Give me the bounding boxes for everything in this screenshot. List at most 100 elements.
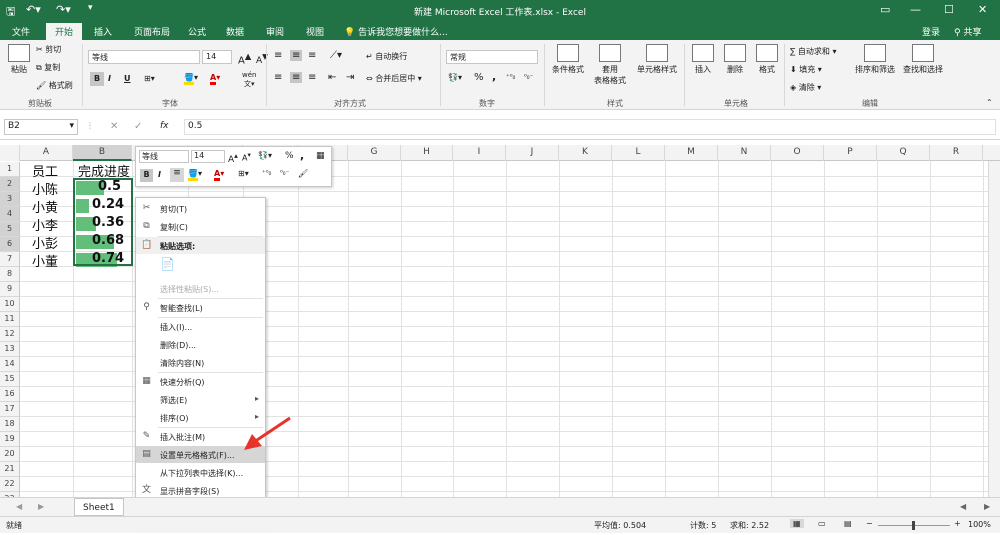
format-painter-button[interactable]: 🖌 格式刷 (36, 80, 73, 91)
fill-button[interactable]: ⬇ 填充 ▾ (790, 64, 822, 75)
column-header-g[interactable]: G (348, 145, 401, 161)
phonetic-icon[interactable]: wén 文▾ (242, 71, 256, 89)
menu-item-10[interactable]: 筛选(E) ▸ (136, 391, 265, 408)
column-header-p[interactable]: P (824, 145, 877, 161)
zoom-in-icon[interactable]: + (954, 519, 961, 528)
menu-item-8[interactable]: 清除内容(N) (136, 354, 265, 371)
borders-icon[interactable]: ⊞▾ (144, 74, 155, 83)
tab-formulas[interactable]: 公式 (188, 25, 206, 38)
column-header-b[interactable]: B (73, 145, 132, 161)
column-header-h[interactable]: H (401, 145, 453, 161)
menu-item-7[interactable]: 删除(D)... (136, 336, 265, 353)
menu-item-1[interactable]: ⧉ 复制(C) (136, 218, 265, 235)
delete-cells-button[interactable]: 删除 (720, 44, 750, 75)
column-header-o[interactable]: O (771, 145, 824, 161)
drag-handle-icon[interactable]: ⋮ (86, 121, 94, 130)
cell-a4[interactable]: 小李 (32, 215, 72, 234)
align-bottom-icon[interactable]: ≡ (308, 50, 316, 61)
formula-input[interactable]: 0.5 (184, 119, 996, 135)
mini-font-color-icon[interactable]: A▾ (214, 169, 224, 181)
mini-fill-color-icon[interactable]: 🪣▾ (188, 169, 202, 181)
select-all-corner[interactable] (0, 145, 20, 161)
column-header-q[interactable]: Q (877, 145, 930, 161)
cell-a3[interactable]: 小黄 (32, 197, 72, 216)
fill-color-icon[interactable]: 🪣▾ (184, 73, 198, 85)
bold-button[interactable]: B (90, 72, 104, 86)
tell-me-search[interactable]: 💡 告诉我您想要做什么... (344, 25, 448, 38)
row-header[interactable]: 10 (0, 297, 20, 312)
tab-insert[interactable]: 插入 (94, 25, 112, 38)
zoom-slider-thumb[interactable] (912, 521, 915, 530)
mini-borders-icon[interactable]: ⊞▾ (238, 169, 249, 178)
tab-file[interactable]: 文件 (12, 25, 30, 38)
row-header[interactable]: 18 (0, 417, 20, 432)
copy-button[interactable]: ⧉ 复制 (36, 62, 60, 73)
login-link[interactable]: 登录 (922, 25, 940, 38)
row-header[interactable]: 21 (0, 462, 20, 477)
row-header[interactable]: 3 (0, 192, 20, 207)
mini-percent-button[interactable]: % (285, 151, 294, 161)
tab-view[interactable]: 视图 (306, 25, 324, 38)
percent-button[interactable]: % (474, 72, 484, 83)
cell-a5[interactable]: 小彭 (32, 233, 72, 252)
mini-accounting-icon[interactable]: 💱▾ (258, 151, 272, 160)
tab-review[interactable]: 审阅 (266, 25, 284, 38)
mini-size-select[interactable]: 14 (191, 150, 225, 163)
next-sheet-icon[interactable]: ▶ (38, 502, 44, 511)
cancel-icon[interactable]: ✕ (110, 121, 118, 132)
scroll-left-icon[interactable]: ◀ (960, 502, 966, 511)
cell-a2[interactable]: 小陈 (32, 179, 72, 198)
tab-page-layout[interactable]: 页面布局 (134, 25, 170, 38)
prev-sheet-icon[interactable]: ◀ (16, 502, 22, 511)
cell-a1[interactable]: 员工 (32, 161, 72, 180)
align-middle-icon[interactable]: ≡ (290, 50, 303, 61)
minimize-icon[interactable]: — (910, 3, 921, 16)
underline-button[interactable]: U (124, 74, 131, 83)
grow-font-button[interactable]: A▲ (238, 51, 251, 66)
format-cells-button[interactable]: 格式 (752, 44, 782, 75)
row-header[interactable]: 12 (0, 327, 20, 342)
sort-filter-button[interactable]: 排序和筛选 (852, 44, 898, 75)
column-header-i[interactable]: I (453, 145, 506, 161)
mini-center-icon[interactable]: ≡ (170, 168, 184, 182)
increase-decimal-icon[interactable]: ⁺⁰₀ (506, 73, 515, 81)
conditional-formatting-button[interactable]: 条件格式 (548, 44, 588, 75)
decrease-decimal-icon[interactable]: ⁰₀⁻ (524, 73, 533, 81)
sheet-tab[interactable]: Sheet1 (74, 498, 124, 516)
mini-increase-decimal-icon[interactable]: ⁺⁰₀ (262, 169, 271, 177)
row-header[interactable]: 20 (0, 447, 20, 462)
decrease-indent-icon[interactable]: ⇤ (328, 72, 336, 83)
row-header[interactable]: 7 (0, 252, 20, 267)
row-header[interactable]: 2 (0, 177, 20, 192)
format-as-table-button[interactable]: 套用 表格格式 (590, 44, 630, 86)
row-header[interactable]: 19 (0, 432, 20, 447)
mini-shrink-font-icon[interactable]: A▾ (242, 151, 251, 163)
row-header[interactable]: 8 (0, 267, 20, 282)
mini-bold-button[interactable]: B (140, 169, 153, 182)
font-size-select[interactable]: 14 (202, 50, 232, 64)
cell-a6[interactable]: 小董 (32, 251, 72, 270)
row-header[interactable]: 9 (0, 282, 20, 297)
menu-item-9[interactable]: ▦ 快速分析(Q) (136, 373, 265, 390)
font-name-select[interactable]: 等线 (88, 50, 200, 64)
normal-view-icon[interactable]: ▦ (790, 519, 804, 528)
cut-button[interactable]: ✂ 剪切 (36, 44, 61, 55)
close-icon[interactable]: ✕ (978, 3, 987, 16)
paste-button[interactable]: 粘贴 (6, 44, 32, 75)
vertical-scrollbar[interactable] (988, 161, 1000, 497)
collapse-ribbon-icon[interactable]: ⌃ (986, 98, 993, 107)
cell-styles-button[interactable]: 单元格样式 (634, 44, 680, 75)
row-header[interactable]: 11 (0, 312, 20, 327)
row-header[interactable]: 14 (0, 357, 20, 372)
row-header[interactable]: 15 (0, 372, 20, 387)
orientation-icon[interactable]: ⟋▾ (330, 50, 342, 61)
share-button[interactable]: ⚲ 共享 (954, 25, 981, 38)
menu-item-14[interactable]: 从下拉列表中选择(K)... (136, 464, 265, 481)
align-top-icon[interactable]: ≡ (274, 50, 282, 61)
insert-function-icon[interactable]: fx (160, 121, 169, 131)
row-header[interactable]: 6 (0, 237, 20, 252)
tab-home[interactable]: 开始 (46, 23, 83, 40)
row-header[interactable]: 1 (0, 162, 20, 177)
insert-cells-button[interactable]: 插入 (688, 44, 718, 75)
zoom-level[interactable]: 100% (968, 520, 991, 529)
